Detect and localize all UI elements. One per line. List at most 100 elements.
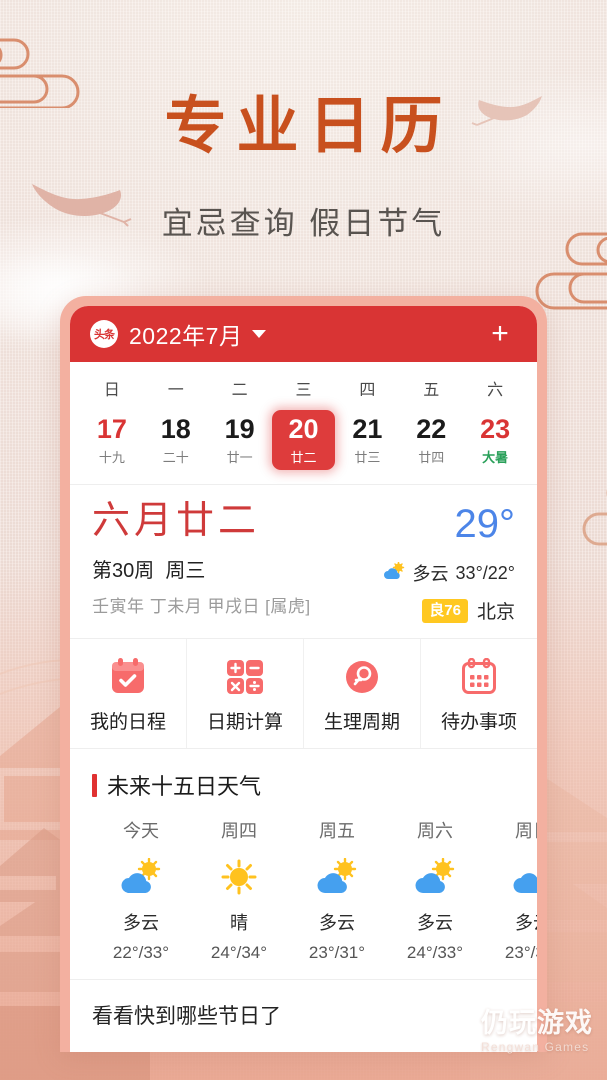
- sun-behind-cloud-icon: [382, 560, 406, 585]
- forecast-day[interactable]: 今天 多云 22°/33°: [92, 817, 190, 963]
- calendar-check-icon: [70, 656, 186, 698]
- calendar-todo-icon: [421, 656, 537, 698]
- date-solar-term: 大暑: [482, 450, 509, 466]
- toutiao-logo: 头条: [90, 320, 118, 348]
- forecast-desc: 多云: [319, 913, 355, 934]
- weekday-label: 四: [359, 382, 376, 399]
- city-name[interactable]: 北京: [477, 597, 515, 624]
- date-cell[interactable]: 18 二十: [144, 410, 208, 470]
- weekday-name: 周三: [165, 560, 206, 583]
- tile-date-calculator[interactable]: 日期计算: [187, 639, 304, 749]
- day-info-section: 六月廿二 第30周 周三 壬寅年 丁未月 甲戌日 [属虎] 29° 多云 33°…: [70, 485, 537, 640]
- weekday-label: 五: [423, 382, 440, 399]
- temp-range: 33°/22°: [455, 562, 515, 583]
- air-quality-row: 良76 北京: [382, 597, 515, 624]
- forecast-day-label: 周四: [221, 821, 257, 842]
- date-number: 19: [224, 414, 255, 444]
- date-number: 20: [288, 414, 319, 444]
- forecast-title-row: 未来十五日天气: [70, 769, 537, 801]
- calculator-icon: [187, 656, 303, 698]
- tile-label: 生理周期: [323, 712, 400, 734]
- tile-label: 我的日程: [89, 712, 166, 734]
- weather-forecast-section: 未来十五日天气 今天 多云 22°/33° 周四 晴 24°/34° 周五 多云…: [70, 749, 537, 981]
- date-lunar: 十九: [98, 450, 125, 466]
- forecast-day-label: 周五: [319, 821, 355, 842]
- forecast-day[interactable]: 周六 多云 24°/33°: [386, 817, 484, 963]
- tile-my-schedule[interactable]: 我的日程: [70, 639, 187, 749]
- weather-summary: 多云 33°/22°: [382, 560, 515, 586]
- week-dates-row: 17 十九 18 二十 19 廿一 20 廿二 21 廿三 22 廿四 23 大…: [70, 404, 537, 486]
- date-number: 18: [160, 414, 191, 444]
- weekday-label: 一: [167, 382, 184, 399]
- date-number: 23: [480, 414, 511, 444]
- weekday-label: 二: [231, 382, 248, 399]
- calendar-card-frame: 头条 2022年7月 + 日 一 二 三 四 五 六 17 十九 18 二十 1…: [60, 296, 547, 1053]
- hero-section: 专业日历 宜忌查询 假日节气: [0, 96, 607, 243]
- page-title: 专业日历: [164, 93, 453, 161]
- current-temperature: 29°: [454, 502, 516, 547]
- tile-todo-items[interactable]: 待办事项: [421, 639, 537, 748]
- chevron-down-icon[interactable]: [252, 330, 267, 338]
- calendar-card: 头条 2022年7月 + 日 一 二 三 四 五 六 17 十九 18 二十 1…: [70, 306, 537, 1053]
- cloud-icon: [484, 851, 537, 903]
- date-lunar: 廿三: [354, 450, 381, 466]
- date-lunar: 二十: [162, 450, 189, 466]
- forecast-title: 未来十五日天气: [107, 774, 262, 800]
- watermark-cn: 仍玩游戏: [481, 1008, 593, 1038]
- date-cell[interactable]: 22 廿四: [399, 410, 463, 470]
- day-info-right[interactable]: 29° 多云 33°/22° 良76 北京: [382, 502, 515, 624]
- weekday-header-row: 日 一 二 三 四 五 六: [70, 362, 537, 404]
- watermark-text: 仍玩游戏 Rengwan Games: [481, 1008, 593, 1054]
- tile-menstrual-cycle[interactable]: 生理周期: [304, 639, 421, 749]
- date-lunar: 廿二: [290, 450, 317, 466]
- forecast-desc: 多云: [123, 913, 159, 934]
- forecast-desc: 多云: [417, 913, 453, 934]
- tile-label: 待办事项: [440, 712, 517, 734]
- weekday-label: 日: [103, 382, 120, 399]
- date-cell[interactable]: 21 廿三: [335, 410, 399, 470]
- day-info-left: 六月廿二 第30周 周三 壬寅年 丁未月 甲戌日 [属虎]: [92, 500, 311, 617]
- date-cell[interactable]: 19 廿一: [208, 410, 272, 470]
- plus-icon[interactable]: +: [483, 319, 517, 349]
- female-cycle-icon: [304, 656, 420, 698]
- forecast-temp: 23°/31°: [308, 943, 366, 963]
- date-cell[interactable]: 23 大暑: [463, 410, 527, 470]
- sun-behind-cloud-icon: [386, 851, 484, 903]
- forecast-day-label: 今天: [123, 821, 159, 842]
- forecast-desc: 晴: [230, 913, 248, 934]
- weather-desc: 多云: [412, 564, 449, 585]
- week-of-year: 第30周: [92, 560, 155, 583]
- date-lunar: 廿四: [418, 450, 445, 466]
- forecast-day[interactable]: 周四 晴 24°/34°: [190, 817, 288, 963]
- weekday-label: 三: [295, 382, 312, 399]
- watermark-en: Rengwan Games: [481, 1040, 590, 1054]
- function-tiles-row: 我的日程 日期计算 生理周期 待办事项: [70, 639, 537, 750]
- date-number: 22: [416, 414, 447, 444]
- date-cell[interactable]: 17 十九: [80, 410, 144, 470]
- accent-bar: [92, 773, 97, 797]
- watermark: 仍玩游戏 Rengwan Games: [429, 1007, 593, 1056]
- forecast-temp: 24°/34°: [210, 943, 268, 963]
- forecast-temp: 23°/32°: [504, 943, 537, 963]
- month-selector-label[interactable]: 2022年7月: [129, 317, 242, 351]
- sun-icon: [190, 851, 288, 903]
- date-cell-selected[interactable]: 20 廿二: [271, 410, 336, 471]
- date-lunar: 廿一: [226, 450, 253, 466]
- forecast-day-label: 周日: [515, 821, 537, 842]
- weekday-label: 六: [487, 382, 504, 399]
- forecast-temp: 22°/33°: [112, 943, 170, 963]
- page-subtitle: 宜忌查询 假日节气: [161, 206, 446, 241]
- week-and-weekday: 第30周 周三: [92, 554, 311, 583]
- forecast-day[interactable]: 周日 多云 23°/32°: [484, 817, 537, 963]
- watermark-logo-icon: [429, 1007, 473, 1056]
- forecast-days-scroller[interactable]: 今天 多云 22°/33° 周四 晴 24°/34° 周五 多云 23°/31°…: [70, 817, 537, 963]
- forecast-desc: 多云: [515, 913, 537, 934]
- sun-behind-cloud-icon: [288, 851, 386, 903]
- date-number: 21: [352, 414, 383, 444]
- lunar-date: 六月廿二: [92, 500, 261, 543]
- tile-label: 日期计算: [206, 712, 283, 734]
- date-number: 17: [96, 414, 127, 444]
- status-badge: 良76: [422, 598, 468, 623]
- forecast-day[interactable]: 周五 多云 23°/31°: [288, 817, 386, 963]
- ganzhi-line: 壬寅年 丁未月 甲戌日 [属虎]: [92, 597, 311, 617]
